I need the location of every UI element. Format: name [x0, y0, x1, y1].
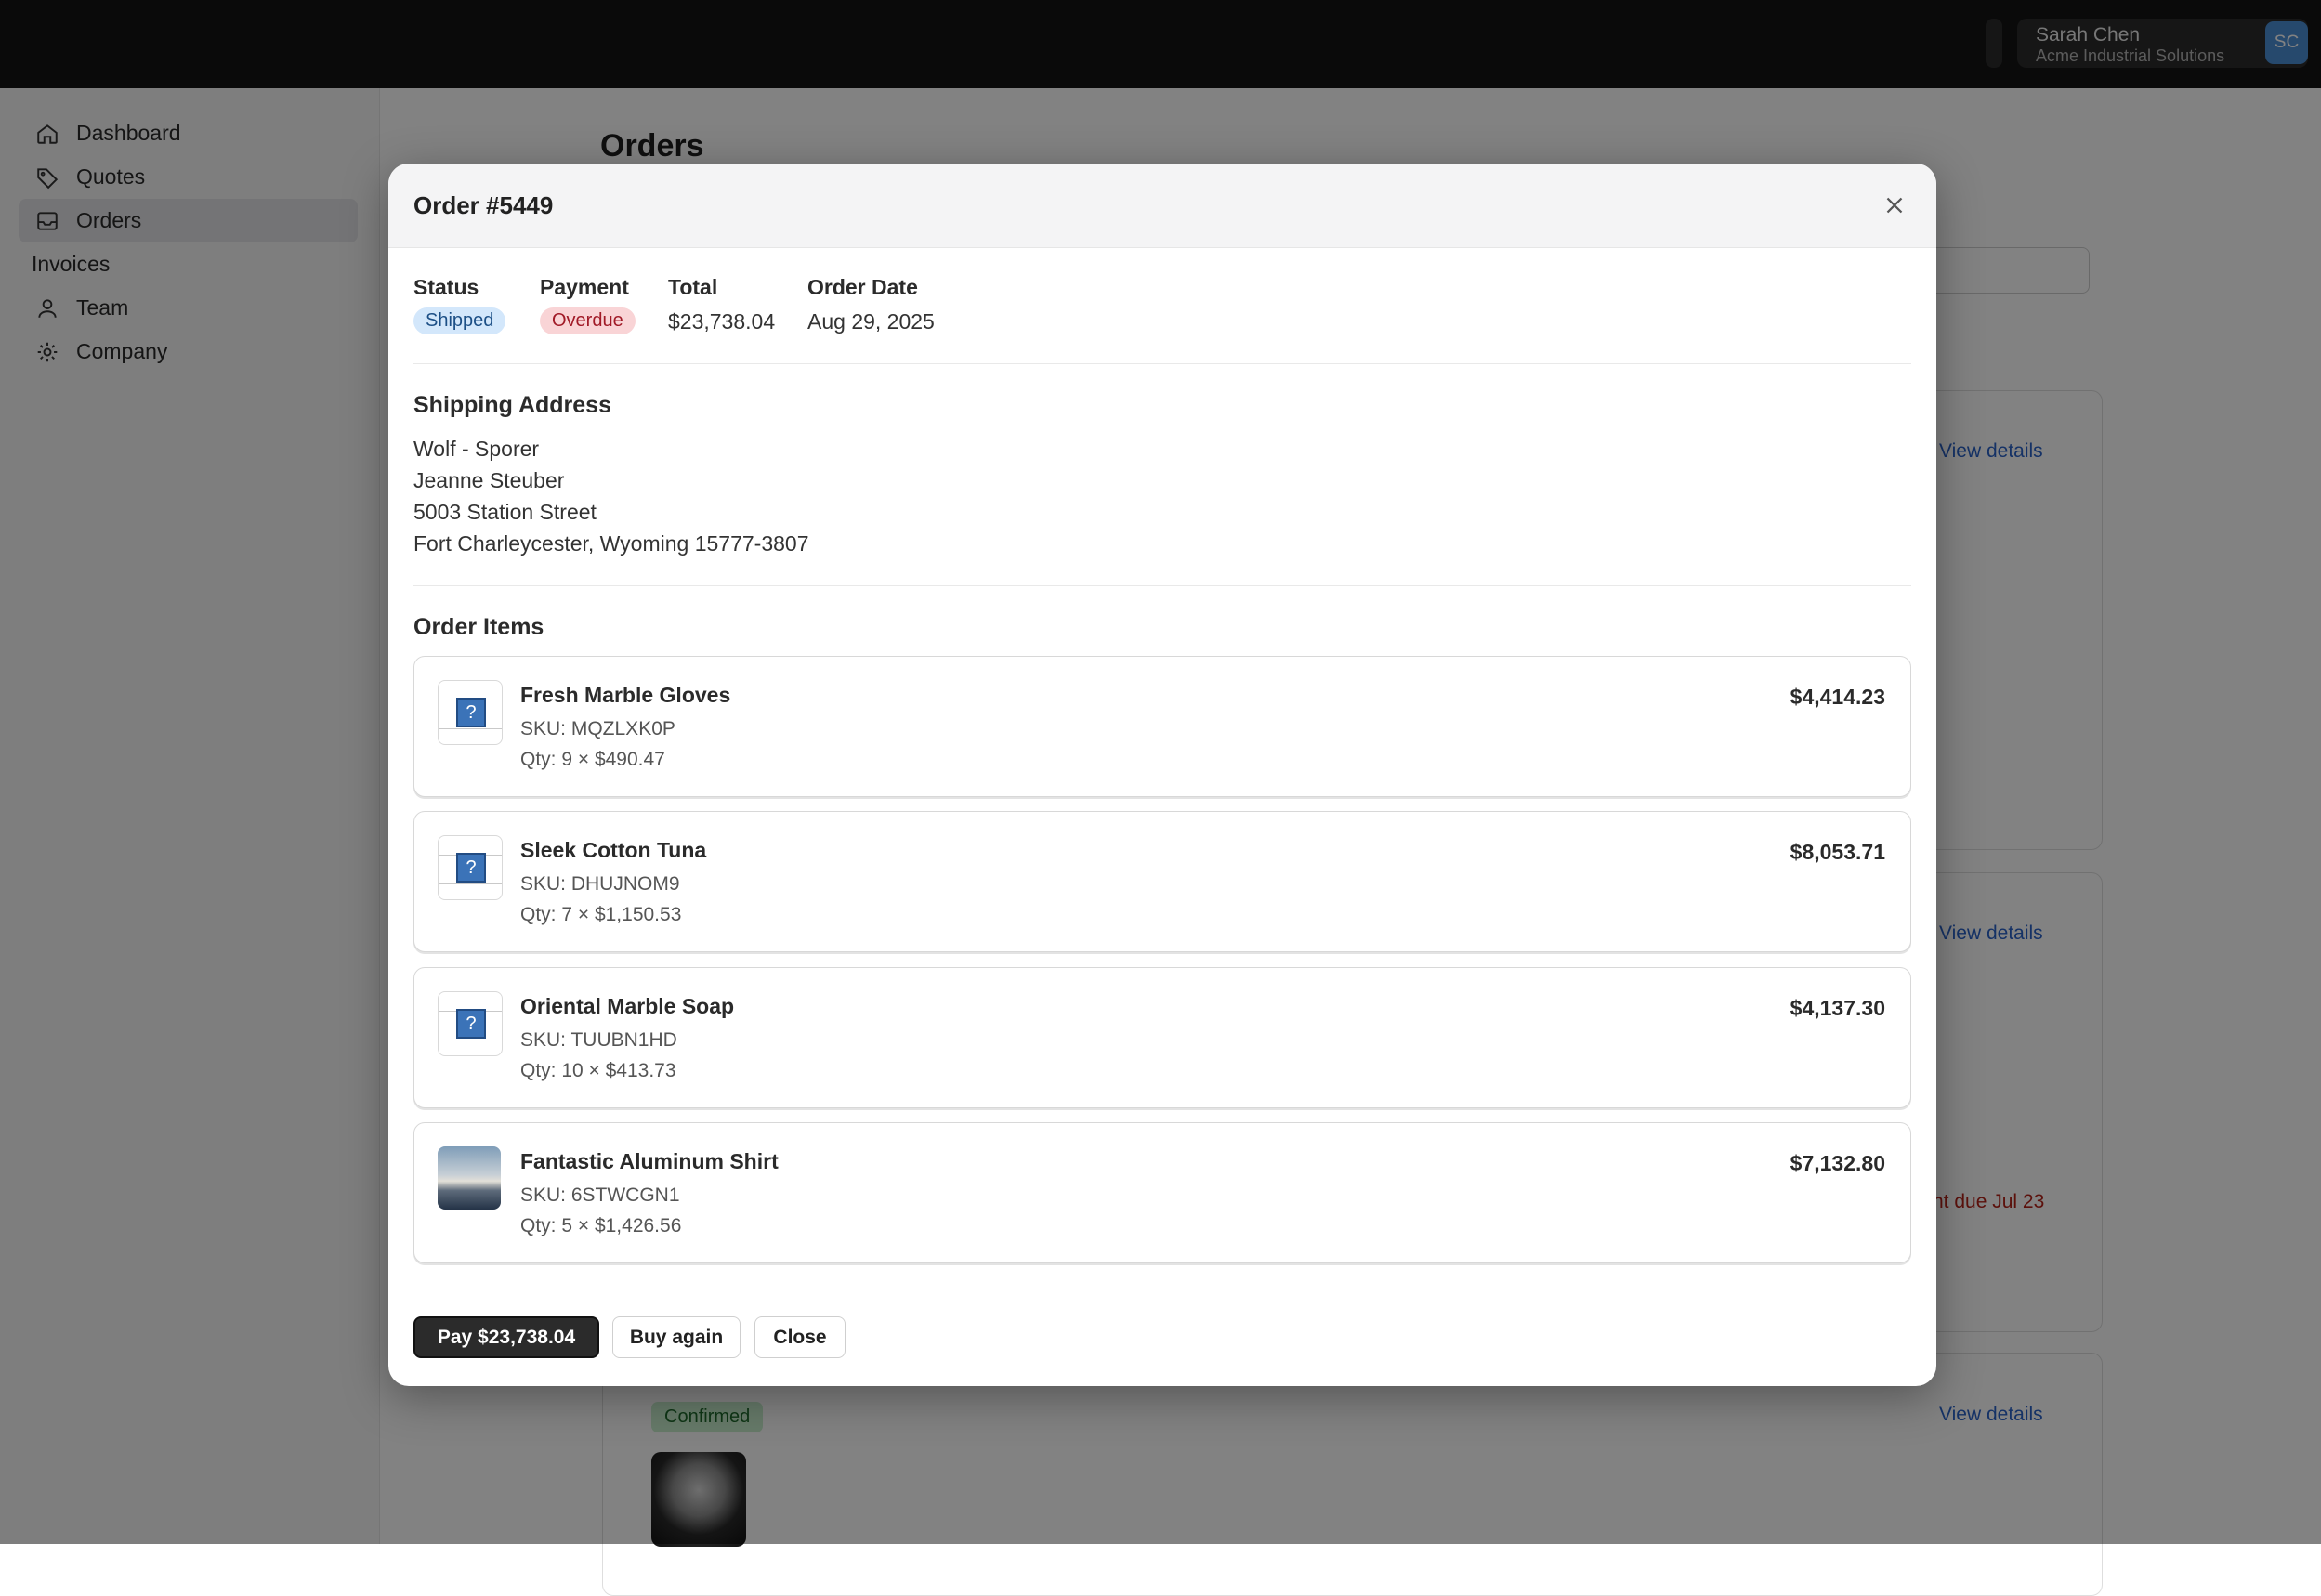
close-button[interactable]: Close — [754, 1316, 846, 1358]
item-sku: SKU: 6STWCGN1 — [520, 1184, 680, 1206]
divider — [413, 585, 1911, 586]
modal-header: Order #5449 — [388, 164, 1936, 248]
product-image: ? — [438, 991, 503, 1056]
order-item: Fantastic Aluminum Shirt SKU: 6STWCGN1 Q… — [413, 1122, 1911, 1263]
item-quantity: Qty: 7 × $1,150.53 — [520, 904, 682, 925]
order-item: ? Sleek Cotton Tuna SKU: DHUJNOM9 Qty: 7… — [413, 811, 1911, 952]
item-sku: SKU: MQZLXK0P — [520, 718, 675, 739]
buy-again-button[interactable]: Buy again — [612, 1316, 741, 1358]
close-icon[interactable] — [1881, 191, 1908, 219]
item-quantity: Qty: 5 × $1,426.56 — [520, 1215, 682, 1236]
item-price: $8,053.71 — [1790, 840, 1885, 864]
product-image — [438, 1146, 501, 1210]
address-line: Fort Charleycester, Wyoming 15777-3807 — [413, 531, 809, 556]
order-item: ? Oriental Marble Soap SKU: TUUBN1HD Qty… — [413, 967, 1911, 1108]
address-line: Wolf - Sporer — [413, 437, 540, 461]
pay-button[interactable]: Pay $23,738.04 — [413, 1316, 599, 1358]
item-name: Sleek Cotton Tuna — [520, 838, 707, 862]
payment-label: Payment — [540, 275, 629, 299]
order-date-label: Order Date — [807, 275, 918, 299]
order-date-value: Aug 29, 2025 — [807, 309, 935, 334]
image-placeholder-icon: ? — [456, 853, 486, 883]
item-quantity: Qty: 10 × $413.73 — [520, 1060, 676, 1081]
payment-status-badge: Overdue — [540, 307, 636, 334]
address-line: 5003 Station Street — [413, 500, 597, 524]
product-image: ? — [438, 680, 503, 745]
image-placeholder-icon: ? — [456, 1009, 486, 1039]
item-name: Fresh Marble Gloves — [520, 683, 731, 707]
item-price: $7,132.80 — [1790, 1151, 1885, 1175]
order-items-title: Order Items — [413, 614, 544, 640]
item-name: Fantastic Aluminum Shirt — [520, 1149, 779, 1173]
order-item: ? Fresh Marble Gloves SKU: MQZLXK0P Qty:… — [413, 656, 1911, 797]
total-label: Total — [668, 275, 718, 299]
divider — [413, 363, 1911, 364]
address-line: Jeanne Steuber — [413, 468, 565, 492]
item-quantity: Qty: 9 × $490.47 — [520, 749, 665, 770]
modal-title: Order #5449 — [413, 191, 554, 219]
product-image: ? — [438, 835, 503, 900]
item-name: Oriental Marble Soap — [520, 994, 735, 1018]
image-placeholder-icon: ? — [456, 698, 486, 727]
status-label: Status — [413, 275, 479, 299]
item-price: $4,414.23 — [1790, 685, 1885, 709]
item-price: $4,137.30 — [1790, 996, 1885, 1020]
item-sku: SKU: TUUBN1HD — [520, 1029, 677, 1051]
status-badge: Shipped — [413, 307, 506, 334]
item-sku: SKU: DHUJNOM9 — [520, 873, 680, 895]
order-details-modal: Order #5449 Status Shipped Payment Overd… — [388, 164, 1936, 1386]
total-value: $23,738.04 — [668, 309, 776, 334]
shipping-address-title: Shipping Address — [413, 392, 611, 418]
